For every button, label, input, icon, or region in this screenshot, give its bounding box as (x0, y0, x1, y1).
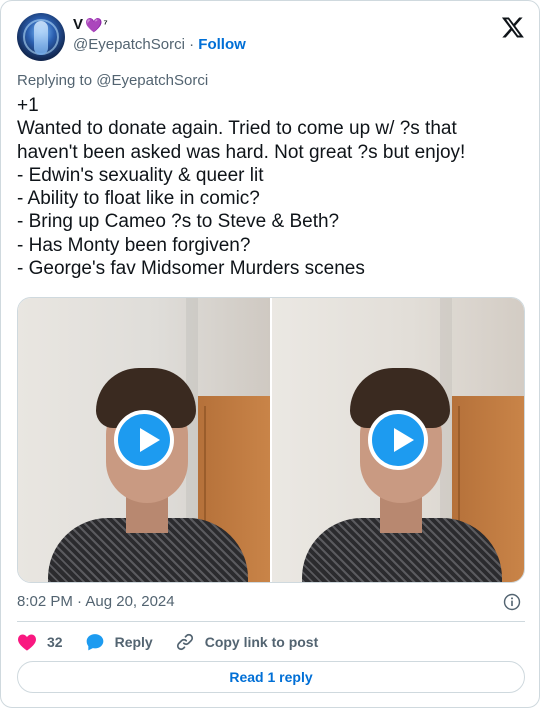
play-icon[interactable] (368, 410, 428, 470)
info-icon[interactable] (503, 593, 521, 611)
read-replies-button[interactable]: Read 1 reply (17, 661, 525, 693)
post-text: +1 Wanted to donate again. Tried to come… (17, 94, 517, 280)
avatar-figure (34, 21, 48, 55)
author-display-name[interactable]: V 💜 ⁷ (73, 15, 246, 35)
author-handle[interactable]: @EyepatchSorci (73, 36, 185, 53)
post-text-line: +1 (17, 95, 39, 116)
post-text-line: - Bring up Cameo ?s to Steve & Beth? (17, 211, 340, 233)
handle-separator: · (189, 36, 195, 53)
like-button[interactable]: 32 (17, 633, 63, 651)
person-figure (302, 368, 502, 582)
post-text-line: - Ability to float like in comic? (17, 188, 260, 210)
action-bar: 32 Reply Copy link to post (17, 631, 340, 653)
post-text-line: - Edwin's sexuality & queer lit (17, 164, 264, 186)
name-superscript: ⁷ (103, 19, 108, 30)
media-grid (17, 297, 525, 583)
divider (17, 621, 525, 622)
post-text-line: - Has Monty been forgiven? (17, 234, 251, 256)
post-timestamp[interactable]: 8:02 PM · Aug 20, 2024 (17, 593, 175, 610)
x-logo-icon[interactable] (501, 15, 525, 39)
reply-bubble-icon (86, 634, 103, 651)
handle-row: @EyepatchSorci · Follow (73, 35, 246, 55)
reply-button[interactable]: Reply (85, 632, 153, 652)
reply-label: Reply (114, 634, 153, 650)
heart-icon (18, 634, 36, 651)
video-thumbnail-1[interactable] (18, 298, 270, 582)
video-thumbnail-2[interactable] (272, 298, 524, 582)
like-count: 32 (47, 634, 63, 650)
purple-heart-icon: 💜 (85, 17, 103, 33)
timestamp-row: 8:02 PM · Aug 20, 2024 (17, 592, 525, 612)
post-text-line: haven't been asked was hard. Not great ?… (17, 141, 466, 163)
display-name-text: V (73, 16, 84, 33)
copy-link-button[interactable]: Copy link to post (175, 632, 319, 652)
person-figure (48, 368, 248, 582)
follow-link[interactable]: Follow (198, 36, 246, 53)
post-text-line: Wanted to donate again. Tried to come up… (17, 118, 457, 140)
link-icon (176, 633, 193, 651)
post-text-line: - George's fav Midsomer Murders scenes (17, 258, 365, 280)
embedded-post-card: V 💜 ⁷ @EyepatchSorci · Follow Replying t… (0, 0, 540, 708)
post-header: V 💜 ⁷ @EyepatchSorci · Follow (17, 13, 525, 61)
play-icon[interactable] (114, 410, 174, 470)
author-avatar[interactable] (17, 13, 65, 61)
copy-link-label: Copy link to post (204, 634, 319, 650)
author-names: V 💜 ⁷ @EyepatchSorci · Follow (73, 15, 246, 55)
reply-context[interactable]: Replying to @EyepatchSorci (17, 71, 208, 91)
